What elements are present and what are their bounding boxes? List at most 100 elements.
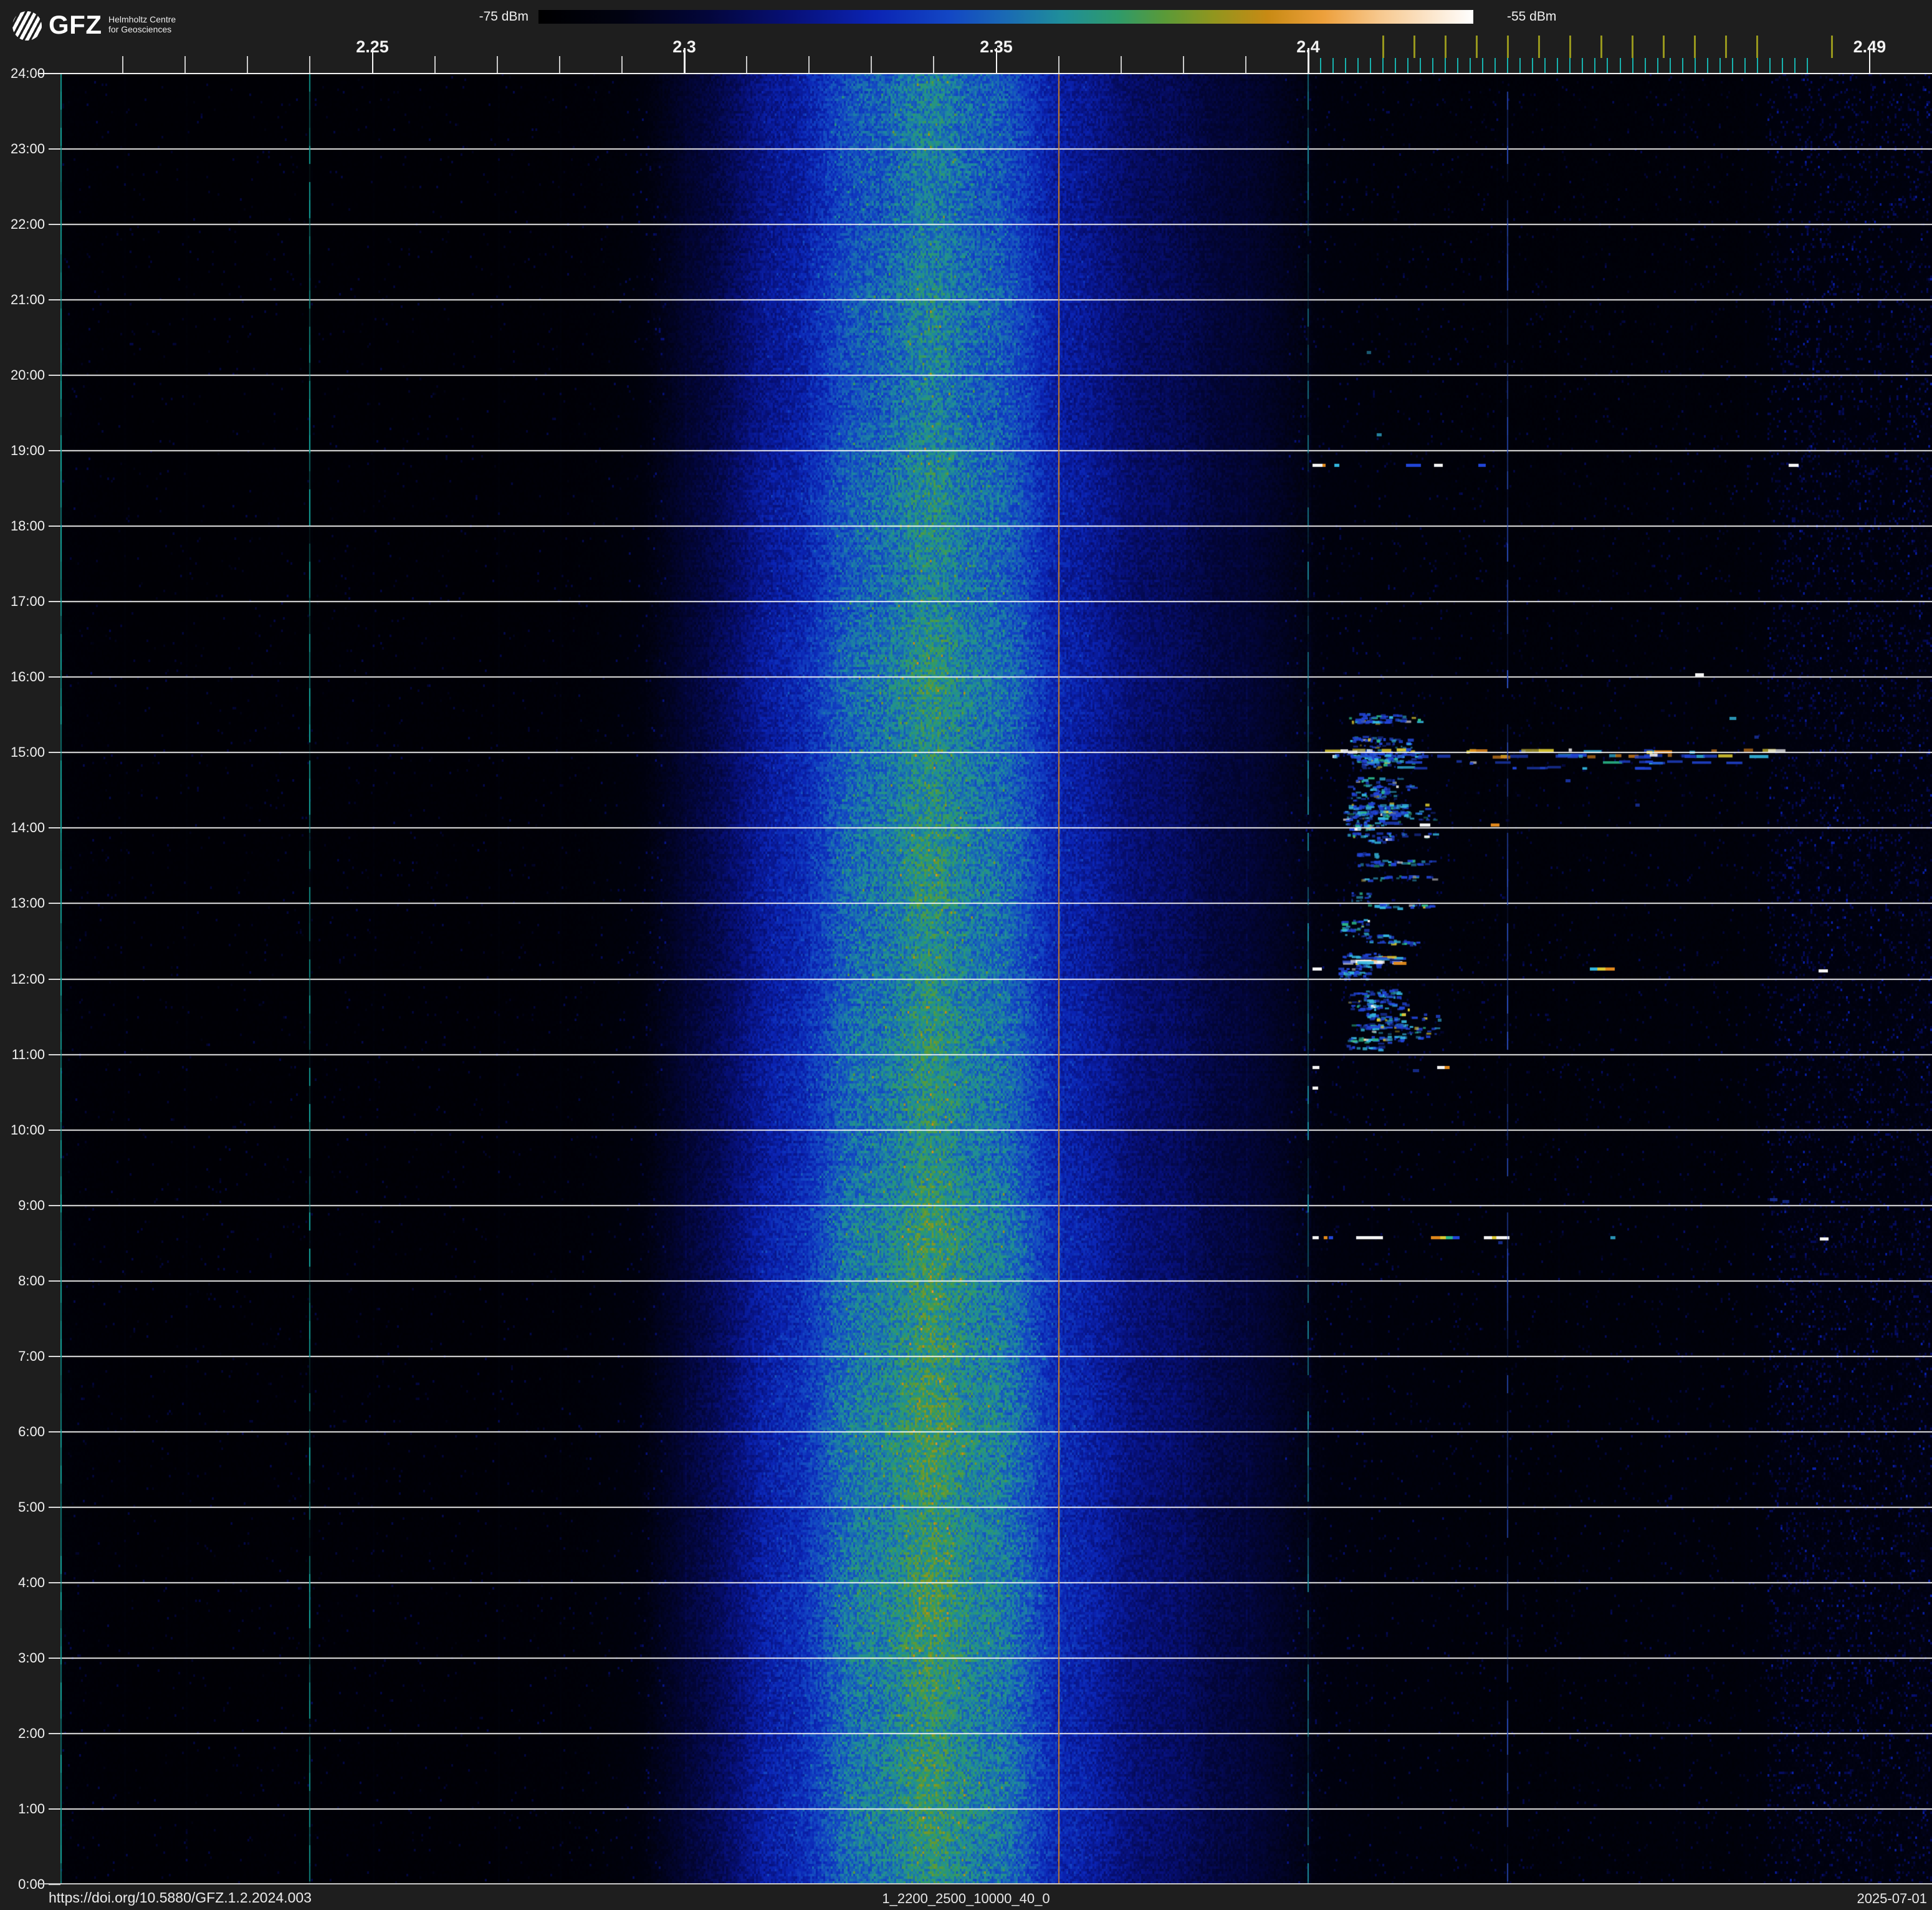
freq-tick-label: 2.4 (1296, 37, 1320, 56)
freq-minor-tick (184, 56, 186, 73)
plot-date: 2025-07-01 (1857, 1891, 1927, 1906)
ble-channel-tick (1507, 58, 1509, 73)
time-tick (49, 752, 60, 754)
ble-channel-tick (1669, 58, 1671, 73)
freq-minor-tick (496, 56, 498, 73)
spectrogram-canvas (60, 74, 1932, 1884)
wifi-channel-tick (1444, 36, 1447, 58)
freq-minor-tick (309, 56, 311, 73)
time-tick (49, 1732, 60, 1734)
freq-minor-tick (1120, 56, 1122, 73)
time-tick-label: 16:00 (10, 669, 45, 685)
wifi-channel-tick (1756, 36, 1759, 58)
freq-minor-tick (1182, 56, 1184, 73)
time-tick-label: 0:00 (18, 1876, 45, 1892)
ble-channel-tick (1607, 58, 1609, 73)
time-tick-label: 5:00 (18, 1499, 45, 1515)
time-tick-label: 14:00 (10, 820, 45, 836)
ble-channel-tick (1756, 58, 1758, 73)
dataset-filename: 1_2200_2500_10000_40_0 (882, 1891, 1050, 1906)
ble-channel-tick (1332, 58, 1334, 73)
time-tick-label: 6:00 (18, 1423, 45, 1439)
time-tick (49, 148, 60, 150)
freq-minor-tick (746, 56, 748, 73)
time-tick-label: 17:00 (10, 593, 45, 610)
freq-minor-tick (558, 56, 560, 73)
time-tick (49, 978, 60, 980)
time-tick-label: 20:00 (10, 367, 45, 383)
time-tick-label: 23:00 (10, 141, 45, 157)
ble-channel-tick (1731, 58, 1733, 73)
time-tick (49, 1204, 60, 1206)
time-tick-label: 13:00 (10, 895, 45, 911)
time-tick-label: 21:00 (10, 292, 45, 308)
ble-channel-tick (1594, 58, 1596, 73)
wifi-channel-tick (1663, 36, 1665, 58)
time-tick-label: 7:00 (18, 1348, 45, 1364)
time-tick (49, 1581, 60, 1583)
ble-channel-tick (1519, 58, 1521, 73)
ble-channel-tick (1706, 58, 1708, 73)
frequency-axis: 2.25 2.3 2.35 2.4 2.49 (0, 0, 1932, 74)
wifi-channel-tick (1694, 36, 1696, 58)
ble-channel-tick (1582, 58, 1584, 73)
time-tick-label: 22:00 (10, 216, 45, 233)
time-tick (49, 375, 60, 377)
ble-channel-tick (1644, 58, 1646, 73)
time-tick-label: 12:00 (10, 971, 45, 987)
freq-minor-tick (122, 56, 124, 73)
time-tick (49, 827, 60, 829)
ble-channel-tick (1494, 58, 1496, 73)
ble-channel-tick (1806, 58, 1808, 73)
time-tick (49, 1129, 60, 1131)
wifi-channel-tick (1600, 36, 1602, 58)
ble-channel-tick (1370, 58, 1372, 73)
wifi-channel-tick (1569, 36, 1571, 58)
ble-channel-tick (1345, 58, 1347, 73)
ble-channel-tick (1320, 58, 1322, 73)
ble-channel-tick (1457, 58, 1459, 73)
time-tick-label: 19:00 (10, 443, 45, 459)
time-tick-label: 1:00 (18, 1800, 45, 1816)
freq-minor-tick (933, 56, 935, 73)
time-tick (49, 1280, 60, 1282)
time-tick-label: 3:00 (18, 1649, 45, 1666)
time-tick-label: 11:00 (11, 1046, 45, 1062)
ble-channel-tick (1694, 58, 1696, 73)
ble-channel-tick (1482, 58, 1484, 73)
time-tick-label: 2:00 (18, 1725, 45, 1741)
wifi-channel-tick (1725, 36, 1728, 58)
ble-channel-tick (1657, 58, 1658, 73)
time-tick (49, 1431, 60, 1432)
time-tick (49, 299, 60, 301)
spectrogram-page: GFZ Helmholtz Centre for Geosciences -75… (0, 0, 1932, 1910)
freq-minor-tick (621, 56, 623, 73)
ble-channel-tick (1557, 58, 1559, 73)
freq-tick-label: 2.49 (1853, 37, 1887, 56)
ble-channel-tick (1744, 58, 1746, 73)
ble-channel-tick (1769, 58, 1771, 73)
time-tick (49, 1657, 60, 1659)
wifi-channel-tick (1382, 36, 1384, 58)
freq-minor-tick (1245, 56, 1246, 73)
freq-tick-label: 2.3 (672, 37, 696, 56)
ble-channel-tick (1357, 58, 1359, 73)
ble-channel-tick (1681, 58, 1683, 73)
freq-minor-tick (1058, 56, 1059, 73)
plot-top-border (39, 73, 1932, 74)
time-tick (49, 676, 60, 678)
time-tick-label: 10:00 (10, 1121, 45, 1138)
wifi-channel-tick (1475, 36, 1478, 58)
ble-channel-tick (1395, 58, 1397, 73)
time-tick (49, 1506, 60, 1508)
ble-channel-tick (1532, 58, 1534, 73)
freq-minor-tick (247, 56, 249, 73)
doi-link[interactable]: https://doi.org/10.5880/GFZ.1.2.2024.003 (49, 1889, 312, 1906)
ble-channel-tick (1420, 58, 1422, 73)
ble-channel-tick (1470, 58, 1471, 73)
ble-channel-tick (1619, 58, 1621, 73)
time-tick-label: 8:00 (18, 1272, 45, 1289)
time-tick (49, 525, 60, 527)
ble-channel-tick (1445, 58, 1447, 73)
ble-channel-tick (1632, 58, 1633, 73)
